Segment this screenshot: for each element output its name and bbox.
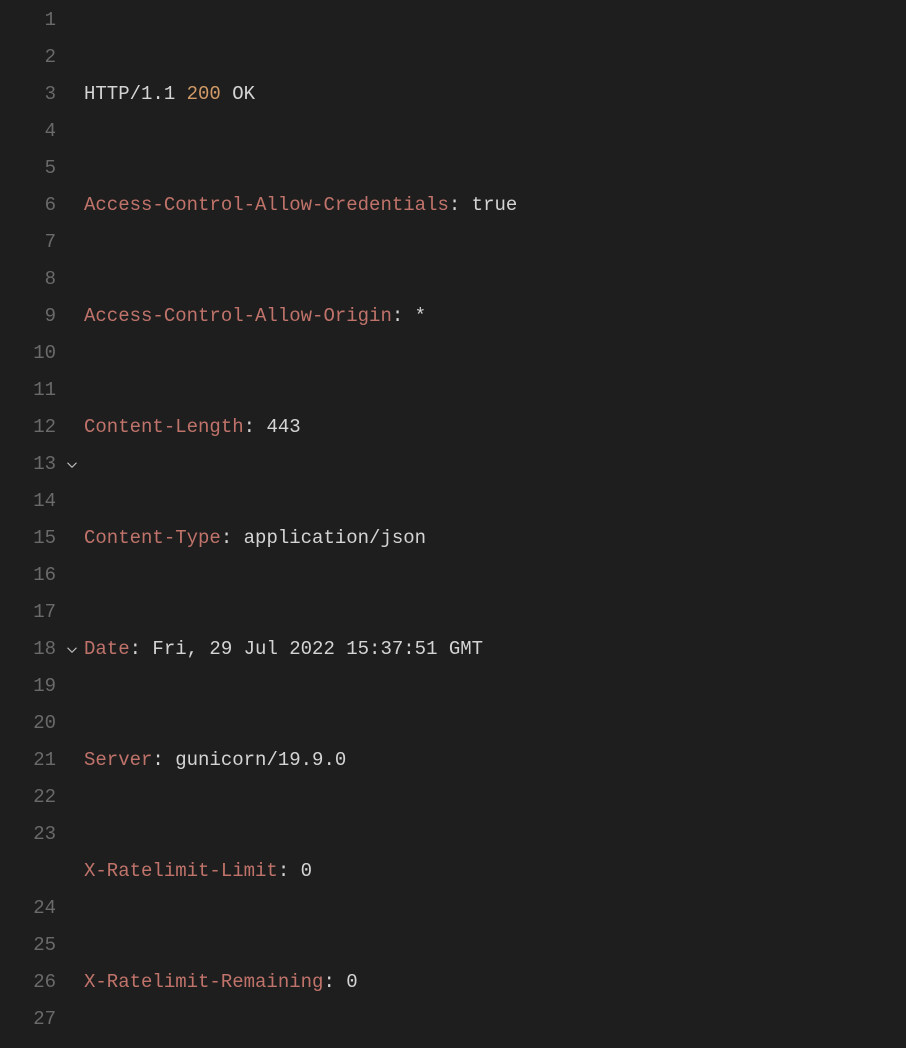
- chevron-down-icon: [66, 459, 78, 471]
- code-line[interactable]: X-Ratelimit-Remaining: 0: [84, 964, 906, 1001]
- line-number: 28: [0, 1038, 56, 1048]
- line-number: 16: [0, 557, 56, 594]
- header-value: 443: [266, 416, 300, 438]
- http-status-code: 200: [187, 83, 221, 105]
- line-number: 25: [0, 927, 56, 964]
- header-value: Fri, 29 Jul 2022 15:37:51 GMT: [152, 638, 483, 660]
- line-number: 15: [0, 520, 56, 557]
- line-number: 22: [0, 779, 56, 816]
- fold-toggle[interactable]: [62, 446, 82, 483]
- line-number: 1: [0, 2, 56, 39]
- http-protocol: HTTP/1.1: [84, 83, 175, 105]
- code-line[interactable]: Content-Type: application/json: [84, 520, 906, 557]
- header-key: X-Ratelimit-Limit: [84, 860, 278, 882]
- line-number: 10: [0, 335, 56, 372]
- header-key: Server: [84, 749, 152, 771]
- line-number: 7: [0, 224, 56, 261]
- header-value: gunicorn/19.9.0: [175, 749, 346, 771]
- header-key: Content-Length: [84, 416, 244, 438]
- code-line[interactable]: HTTP/1.1 200 OK: [84, 76, 906, 113]
- line-number-gutter: 1 2 3 4 5 6 7 8 9 10 11 12 13 14 15 16 1…: [0, 2, 62, 1048]
- header-key: Date: [84, 638, 130, 660]
- header-value: 0: [346, 971, 357, 993]
- line-number: 2: [0, 39, 56, 76]
- code-content[interactable]: HTTP/1.1 200 OK Access-Control-Allow-Cre…: [82, 2, 906, 1048]
- line-number: 23: [0, 816, 56, 853]
- code-line[interactable]: Server: gunicorn/19.9.0: [84, 742, 906, 779]
- fold-gutter: [62, 2, 82, 1048]
- line-number: 6: [0, 187, 56, 224]
- chevron-down-icon: [66, 644, 78, 656]
- code-editor: 1 2 3 4 5 6 7 8 9 10 11 12 13 14 15 16 1…: [0, 0, 906, 1048]
- line-number: [0, 853, 56, 890]
- line-number: 11: [0, 372, 56, 409]
- header-key: Content-Type: [84, 527, 221, 549]
- code-line[interactable]: Access-Control-Allow-Credentials: true: [84, 187, 906, 224]
- line-number: 3: [0, 76, 56, 113]
- line-number: 8: [0, 261, 56, 298]
- line-number: 20: [0, 705, 56, 742]
- line-number: 9: [0, 298, 56, 335]
- header-value: application/json: [244, 527, 426, 549]
- line-number: 24: [0, 890, 56, 927]
- fold-toggle[interactable]: [62, 631, 82, 668]
- code-line[interactable]: Access-Control-Allow-Origin: *: [84, 298, 906, 335]
- line-number: 5: [0, 150, 56, 187]
- header-key: Access-Control-Allow-Origin: [84, 305, 392, 327]
- line-number: 19: [0, 668, 56, 705]
- header-key: X-Ratelimit-Remaining: [84, 971, 323, 993]
- header-value: 0: [301, 860, 312, 882]
- line-number: 14: [0, 483, 56, 520]
- line-number: 18: [0, 631, 56, 668]
- line-number: 17: [0, 594, 56, 631]
- code-line[interactable]: Content-Length: 443: [84, 409, 906, 446]
- code-line[interactable]: X-Ratelimit-Limit: 0: [84, 853, 906, 890]
- line-number: 4: [0, 113, 56, 150]
- line-number: 12: [0, 409, 56, 446]
- line-number: 13: [0, 446, 56, 483]
- header-key: Access-Control-Allow-Credentials: [84, 194, 449, 216]
- header-value: *: [415, 305, 426, 327]
- header-value: true: [472, 194, 518, 216]
- code-line[interactable]: Date: Fri, 29 Jul 2022 15:37:51 GMT: [84, 631, 906, 668]
- http-status-reason: OK: [232, 83, 255, 105]
- line-number: 26: [0, 964, 56, 1001]
- line-number: 21: [0, 742, 56, 779]
- line-number: 27: [0, 1001, 56, 1038]
